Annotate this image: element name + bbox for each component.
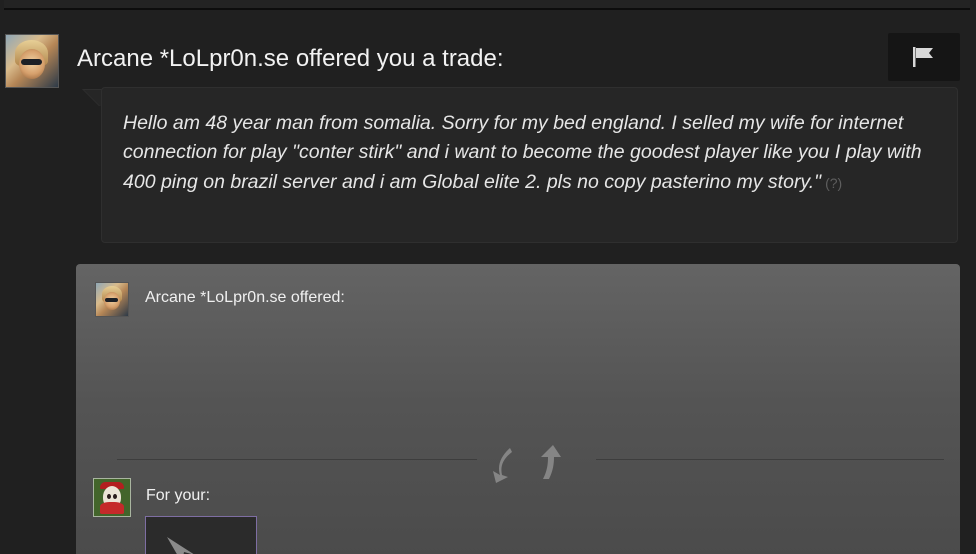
avatar-red-detail <box>100 502 124 514</box>
recipient-avatar[interactable] <box>93 478 131 517</box>
their-offer-label: Arcane *LoLpr0n.se offered: <box>145 289 345 306</box>
trade-offer-title: Arcane *LoLpr0n.se offered you a trade: <box>77 45 504 72</box>
trade-offer-page: Arcane *LoLpr0n.se offered you a trade: … <box>0 0 976 554</box>
avatar-sunglasses <box>105 298 118 302</box>
top-divider <box>4 0 970 10</box>
flag-icon <box>913 47 933 67</box>
cursor-arrow-icon <box>167 537 194 554</box>
sender-small-avatar[interactable] <box>95 282 129 317</box>
avatar-eye-right <box>113 494 117 499</box>
trade-message-text: Hello am 48 year man from somalia. Sorry… <box>123 112 922 193</box>
sender-avatar[interactable] <box>5 34 59 88</box>
report-button[interactable] <box>888 33 960 81</box>
swap-arrows-icon <box>493 445 561 483</box>
trade-item-slot[interactable] <box>145 516 257 554</box>
avatar-eye-left <box>107 494 111 499</box>
trade-message: Hello am 48 year man from somalia. Sorry… <box>123 109 935 198</box>
trade-divider-left <box>117 459 477 460</box>
trade-divider-right <box>596 459 944 460</box>
avatar-sunglasses <box>21 59 42 65</box>
trade-message-box: Hello am 48 year man from somalia. Sorry… <box>101 87 958 243</box>
message-help-link[interactable]: (?) <box>825 175 842 191</box>
trade-items-panel: Arcane *LoLpr0n.se offered: For your: <box>76 264 960 554</box>
your-items-label: For your: <box>146 487 211 504</box>
